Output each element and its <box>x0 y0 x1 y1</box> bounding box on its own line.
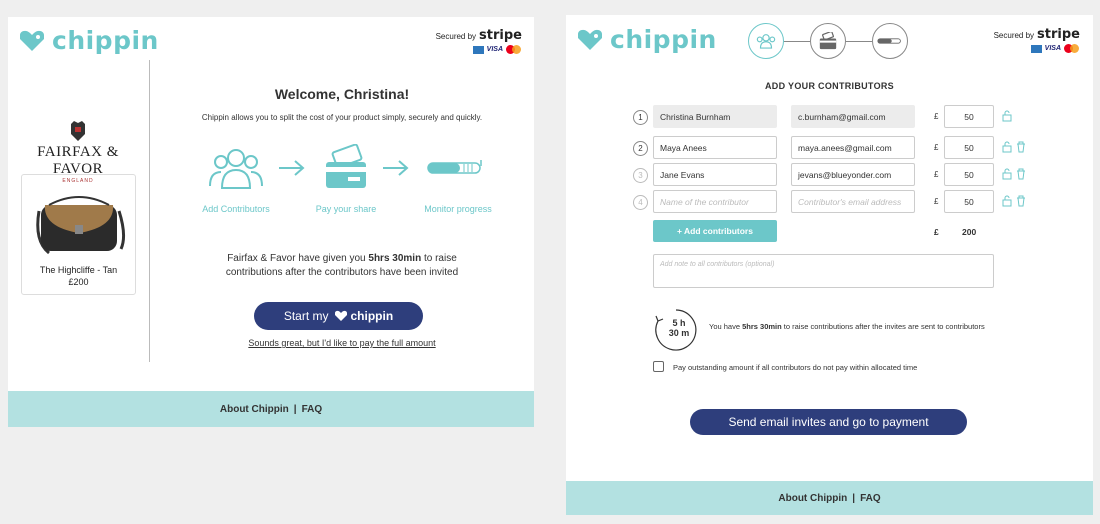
progress-bar-icon <box>427 160 482 174</box>
about-link[interactable]: About Chippin <box>220 404 289 415</box>
product-card: The Highcliffe - Tan £200 <box>21 174 136 295</box>
contributor-email-field[interactable]: jevans@blueyonder.com <box>791 163 915 186</box>
step-contributors <box>748 23 784 59</box>
total-currency: £ <box>934 227 939 237</box>
pay-card-icon <box>326 144 366 188</box>
unlock-icon[interactable] <box>1002 195 1012 207</box>
contributor-email-field: c.burnham@gmail.com <box>791 105 915 128</box>
chippin-logo: chippin <box>576 25 717 54</box>
merchant-name: FAIRFAX & FAVOR <box>37 144 119 177</box>
add-contributors-button[interactable]: + Add contributors <box>653 220 777 242</box>
step-payment <box>810 23 846 59</box>
crest-icon <box>71 121 85 141</box>
timer-value: 5 h 30 m <box>668 318 690 338</box>
secured-by-stripe: Secured by stripe VISA <box>436 28 522 54</box>
footer: About Chippin | FAQ <box>8 391 534 427</box>
product-name: The Highcliffe - Tan <box>39 265 118 275</box>
arrow-icon <box>279 160 305 176</box>
divider <box>149 60 150 362</box>
progress-bar-icon <box>877 38 901 44</box>
product-image <box>35 196 125 255</box>
contributor-email-input[interactable]: Contributor's email address <box>791 190 915 213</box>
unlock-icon[interactable] <box>1002 168 1012 180</box>
contributor-amount-field[interactable]: 50 <box>944 190 994 213</box>
contributor-email-field[interactable]: maya.anees@gmail.com <box>791 136 915 159</box>
contributors-card: chippin Secured by stripe VISA ADD YOUR C… <box>566 15 1093 515</box>
contributor-name-field[interactable]: Jane Evans <box>653 163 777 186</box>
contributor-row-empty: 4 Name of the contributor Contributor's … <box>566 190 1093 216</box>
logo-text: chippin <box>52 26 159 55</box>
unlock-icon[interactable] <box>1002 141 1012 153</box>
step-pay-share: Pay your share <box>315 204 377 214</box>
amex-icon <box>1030 44 1042 53</box>
contributors-icon <box>209 149 263 189</box>
contributor-amount-field[interactable]: 50 <box>944 105 994 128</box>
pay-outstanding-checkbox[interactable] <box>653 361 664 372</box>
stripe-logo: stripe <box>479 28 522 43</box>
contributor-row: 2 Maya Anees maya.anees@gmail.com £ 50 <box>566 136 1093 162</box>
visa-icon: VISA <box>486 46 503 53</box>
trash-icon[interactable] <box>1016 168 1026 180</box>
chippin-logo: chippin <box>18 26 159 55</box>
contributor-name-input[interactable]: Name of the contributor <box>653 190 777 213</box>
secured-label: Secured by <box>993 31 1035 40</box>
start-chippin-button[interactable]: Start my chippin <box>254 302 423 330</box>
note-input[interactable]: Add note to all contributors (optional) <box>653 254 994 288</box>
welcome-title: Welcome, Christina! <box>274 86 410 102</box>
visa-icon: VISA <box>1044 45 1061 52</box>
trash-icon[interactable] <box>1016 141 1026 153</box>
arrow-icon <box>383 160 409 176</box>
pay-outstanding-label: Pay outstanding amount if all contributo… <box>673 363 918 372</box>
total-amount: 200 <box>962 227 977 237</box>
how-it-works: Add Contributors Pay your share Monitor … <box>178 144 518 219</box>
intro-text: Chippin allows you to split the cost of … <box>201 113 483 122</box>
chippin-tag-icon <box>20 30 44 51</box>
chippin-tag-icon <box>334 310 347 321</box>
unlock-icon[interactable] <box>1002 110 1012 122</box>
about-link[interactable]: About Chippin <box>778 493 847 504</box>
contributor-name-field[interactable]: Maya Anees <box>653 136 777 159</box>
step-progress <box>748 23 908 63</box>
step-monitor <box>872 23 908 59</box>
contributor-name-field: Christina Burnham <box>653 105 777 128</box>
contributor-amount-field[interactable]: 50 <box>944 163 994 186</box>
footer: About Chippin | FAQ <box>566 481 1093 515</box>
mastercard-icon <box>506 45 522 54</box>
amex-icon <box>472 45 484 54</box>
faq-link[interactable]: FAQ <box>302 404 323 415</box>
contributors-icon <box>756 34 776 49</box>
trash-icon[interactable] <box>1016 195 1026 207</box>
contributor-row: 3 Jane Evans jevans@blueyonder.com £ 50 <box>566 163 1093 189</box>
pay-full-amount-link[interactable]: Sounds great, but I'd like to pay the fu… <box>150 338 534 348</box>
chippin-tag-icon <box>578 29 602 50</box>
stripe-logo: stripe <box>1037 27 1080 42</box>
product-price: £200 <box>68 277 89 287</box>
faq-link[interactable]: FAQ <box>860 493 881 504</box>
contributor-amount-field[interactable]: 50 <box>944 136 994 159</box>
pay-card-icon <box>819 32 837 50</box>
secured-by-stripe: Secured by stripe VISA <box>994 27 1080 53</box>
timer-message: You have 5hrs 30min to raise contributio… <box>709 322 985 331</box>
step-monitor-progress: Monitor progress <box>424 204 492 214</box>
step-add-contributors: Add Contributors <box>202 204 270 214</box>
contributor-row: 1 Christina Burnham c.burnham@gmail.com … <box>566 105 1093 131</box>
secured-label: Secured by <box>435 32 477 41</box>
logo-text: chippin <box>610 25 717 54</box>
welcome-card: chippin Secured by stripe VISA FAIRFAX & … <box>8 17 534 427</box>
deadline-text: Fairfax & Favor have given you 5hrs 30mi… <box>225 253 459 278</box>
mastercard-icon <box>1064 44 1080 53</box>
section-heading: ADD YOUR CONTRIBUTORS <box>765 81 894 91</box>
send-invites-button[interactable]: Send email invites and go to payment <box>690 409 967 435</box>
